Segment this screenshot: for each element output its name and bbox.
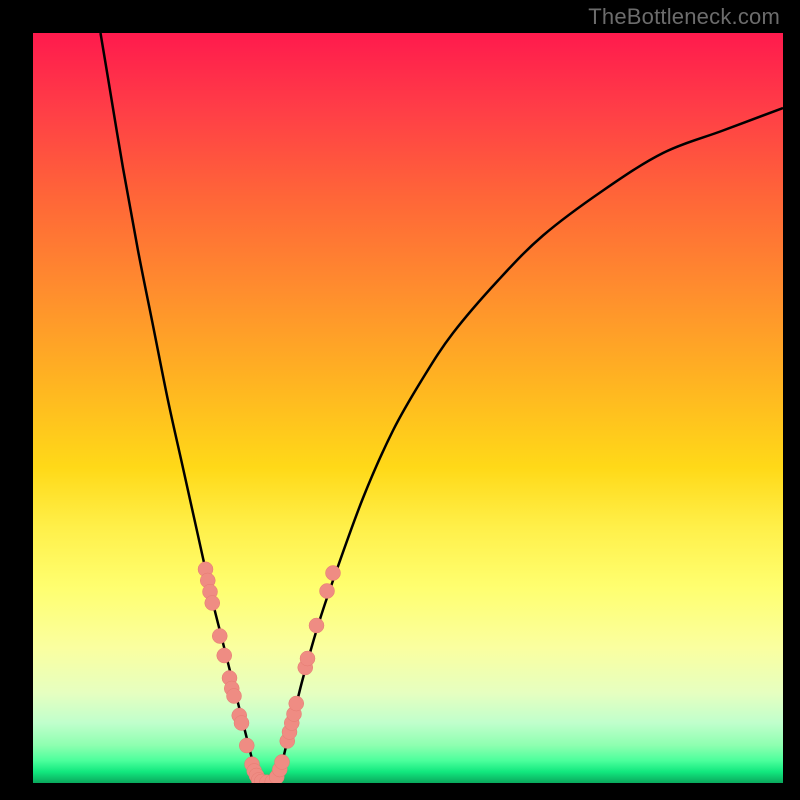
- data-markers: [198, 562, 341, 783]
- chart-plot-area: [33, 33, 783, 783]
- marker-dot: [239, 738, 254, 753]
- marker-dot: [217, 648, 232, 663]
- bottleneck-curve: [101, 33, 784, 783]
- watermark-text: TheBottleneck.com: [588, 4, 780, 30]
- marker-dot: [289, 696, 304, 711]
- marker-dot: [212, 629, 227, 644]
- marker-dot: [205, 596, 220, 611]
- marker-dot: [275, 755, 290, 770]
- marker-dot: [234, 716, 249, 731]
- curve-path: [101, 33, 784, 783]
- marker-dot: [326, 566, 341, 581]
- marker-dot: [300, 651, 315, 666]
- chart-svg: [33, 33, 783, 783]
- marker-dot: [320, 584, 335, 599]
- marker-dot: [227, 689, 242, 704]
- marker-dot: [309, 618, 324, 633]
- chart-frame: TheBottleneck.com: [0, 0, 800, 800]
